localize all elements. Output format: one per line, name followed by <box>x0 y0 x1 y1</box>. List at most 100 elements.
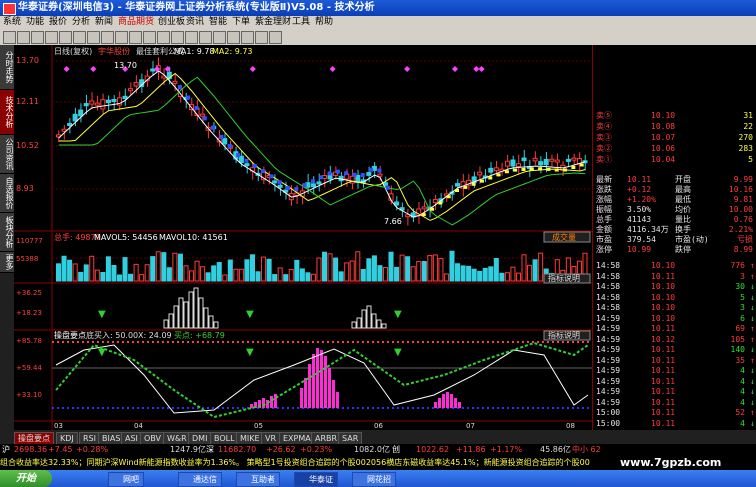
menu-item[interactable]: 报价 <box>49 16 67 29</box>
signal-dot <box>327 171 332 176</box>
signal-dot <box>504 170 509 174</box>
tab-watchlist[interactable]: 自选报价 <box>0 174 14 213</box>
stat-row: 市盈 379.54 市盈(动) 亏损 <box>593 235 756 244</box>
indicator2-bar <box>336 392 339 408</box>
volume-bar <box>128 273 134 282</box>
settings-icon[interactable] <box>213 31 226 44</box>
news-icon[interactable] <box>115 31 128 44</box>
volume-bar <box>194 260 200 282</box>
taskbar-item[interactable]: 互助者 <box>236 472 280 487</box>
ask-level: 卖④ <box>596 122 612 131</box>
tick-volume: 5 <box>740 292 745 302</box>
green-arrow-icon: ▼ <box>98 347 106 358</box>
signal-dot <box>529 167 534 171</box>
volume-bar <box>499 272 505 282</box>
lock-icon[interactable] <box>255 31 268 44</box>
tab-company-info[interactable]: 公司资讯 <box>0 135 14 174</box>
signal-dot <box>521 168 526 171</box>
candle-body <box>571 157 577 161</box>
taskbar-item[interactable]: 网花招 <box>352 472 396 487</box>
candle-body <box>61 128 67 132</box>
tick-row: 14:59 10.11 140 ↓ <box>593 345 756 354</box>
candle-body <box>504 160 510 167</box>
stat-row: 最新 10.11 开盘 9.99 <box>593 175 756 184</box>
grid-icon[interactable] <box>143 31 156 44</box>
menu-item[interactable]: 工具 <box>292 16 310 29</box>
menu-item[interactable]: 功能 <box>26 16 44 29</box>
volume-bar <box>449 250 455 282</box>
menu-item[interactable]: 智能 <box>209 16 227 29</box>
candle-body <box>493 167 499 172</box>
down-icon[interactable] <box>45 31 58 44</box>
stat-label: 涨跌 <box>596 185 612 194</box>
volume-bar <box>288 269 294 282</box>
cy-label: 创 <box>392 445 400 454</box>
calc-icon[interactable] <box>157 31 170 44</box>
menu-item[interactable]: 紫金理财 <box>255 16 291 29</box>
menu-item[interactable]: 下单 <box>232 16 250 29</box>
menu-item[interactable]: 商品期货 <box>118 16 154 29</box>
help-icon[interactable] <box>227 31 240 44</box>
volume-bar <box>227 259 233 282</box>
exit-icon[interactable] <box>269 31 282 44</box>
tab-sector[interactable]: 板块分析 <box>0 213 14 252</box>
candle-body <box>172 80 178 84</box>
indicator2-bar <box>450 394 453 408</box>
volume-bar <box>527 264 533 282</box>
tick-time: 14:59 <box>596 397 621 407</box>
zoom-out-icon[interactable] <box>73 31 86 44</box>
volume-bar <box>504 272 510 282</box>
zoom-in-icon[interactable] <box>59 31 72 44</box>
month-tick: 06 <box>374 422 383 430</box>
menu-item[interactable]: 帮助 <box>315 16 333 29</box>
volume-bar <box>394 266 400 282</box>
tab-intraday[interactable]: 分时走势 <box>0 45 14 90</box>
taskbar-item[interactable]: 华泰证 <box>294 472 338 487</box>
menu-item[interactable]: 资讯 <box>186 16 204 29</box>
volume-bar <box>216 262 222 282</box>
alert-icon[interactable] <box>199 31 212 44</box>
menu-item[interactable]: 系统 <box>3 16 21 29</box>
menu-item[interactable]: 新闻 <box>95 16 113 29</box>
refresh-icon[interactable] <box>87 31 100 44</box>
ask-row: 卖③ 10.07 270 <box>593 133 756 142</box>
volume-bar <box>327 253 333 282</box>
list-icon[interactable] <box>129 31 142 44</box>
back-icon[interactable] <box>3 31 16 44</box>
tick-time: 14:59 <box>596 355 621 365</box>
candle-body <box>222 138 228 145</box>
candle-body <box>272 180 278 184</box>
print-icon[interactable] <box>171 31 184 44</box>
up-arrow-icon: ↑ <box>750 261 755 270</box>
ask-volume: 31 <box>743 111 753 120</box>
tick-volume: 4 <box>740 376 745 386</box>
volume-bar <box>83 264 89 282</box>
trade-icon[interactable] <box>185 31 198 44</box>
month-tick: 08 <box>566 422 575 430</box>
start-button[interactable]: 开始 <box>0 470 52 487</box>
volume-bar <box>510 266 516 282</box>
volume-bar <box>493 258 499 282</box>
ask-volume: 5 <box>748 155 753 164</box>
ind1-tick: +18.23 <box>16 309 42 317</box>
taskbar-item[interactable]: 网吧 <box>108 472 144 487</box>
down-arrow-icon: ↓ <box>750 376 755 386</box>
volume-button-label: 成交量 <box>552 232 576 242</box>
tab-more[interactable]: 更多 <box>0 252 14 273</box>
chart-icon[interactable] <box>101 31 114 44</box>
user-icon[interactable] <box>241 31 254 44</box>
up-icon[interactable] <box>31 31 44 44</box>
kline-chart[interactable]: 日线(复权) 宇华股份 最佳套利公式 MA1: 9.78 MA2: 9.73 1… <box>14 45 592 430</box>
indicator-tabs: 操盘要点 KDJ RSI BIAS ASI OBV W&R DMI BOLL M… <box>0 430 756 445</box>
menu-item[interactable]: 分析 <box>72 16 90 29</box>
menu-item[interactable]: 创业板 <box>158 16 185 29</box>
signal-dot <box>302 183 307 188</box>
tab-technical[interactable]: 技术分析 <box>0 90 14 135</box>
candle-body <box>150 68 156 72</box>
forward-icon[interactable] <box>17 31 30 44</box>
stat-row: 总手 41143 量比 0.76 <box>593 215 756 224</box>
signal-dot <box>219 134 224 139</box>
tick-volume: 69 <box>735 324 745 333</box>
price-tick: 10.52 <box>16 141 39 150</box>
taskbar-item[interactable]: 通达信 <box>178 472 222 487</box>
